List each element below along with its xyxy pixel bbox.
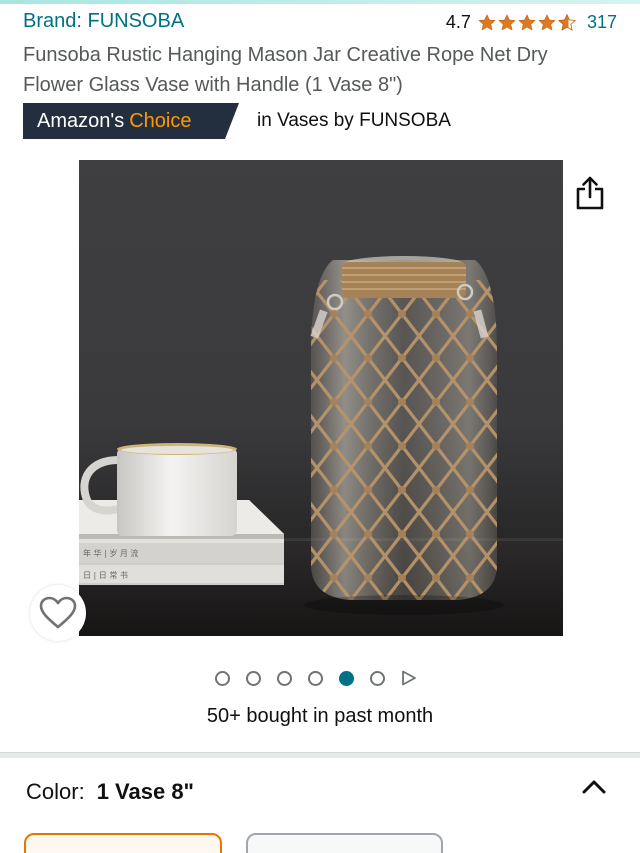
- image-dot-2[interactable]: [246, 670, 261, 686]
- top-accent-bar: [0, 0, 640, 4]
- image-dot-3[interactable]: [277, 670, 292, 686]
- product-title: Funsoba Rustic Hanging Mason Jar Creativ…: [23, 44, 548, 96]
- book-spine-text: 日 | 日 常 书: [83, 570, 128, 580]
- color-variation-row: Color: 1 Vase 8": [26, 779, 194, 805]
- star-icon: [518, 13, 536, 30]
- amazons-choice-badge[interactable]: Amazon's Choice: [23, 103, 239, 139]
- wishlist-button[interactable]: [30, 585, 86, 641]
- star-icon: [478, 13, 496, 30]
- image-pagination: [215, 670, 417, 686]
- heart-icon: [39, 596, 77, 629]
- variation-option[interactable]: [246, 833, 443, 853]
- star-icon: [538, 13, 556, 30]
- play-icon[interactable]: [401, 670, 417, 686]
- product-photo-illustration: 年 华 | 岁 月 流 日 | 日 常 书: [79, 256, 563, 636]
- color-value: 1 Vase 8": [96, 779, 194, 804]
- rating-count-link[interactable]: 317: [587, 12, 617, 33]
- product-image[interactable]: 年 华 | 岁 月 流 日 | 日 常 书: [79, 160, 563, 636]
- bought-count: 50+ bought in past month: [206, 705, 434, 727]
- star-icon: [498, 13, 516, 30]
- badge-category: in Vases by FUNSOBA: [257, 110, 451, 131]
- image-dot-1[interactable]: [215, 670, 230, 686]
- section-divider: [0, 752, 640, 758]
- color-label: Color:: [26, 779, 85, 804]
- share-icon[interactable]: [575, 176, 605, 210]
- image-dot-4[interactable]: [308, 670, 323, 686]
- brand-link[interactable]: Brand: FUNSOBA: [23, 10, 184, 33]
- chevron-up-icon[interactable]: [580, 776, 608, 798]
- rating-value: 4.7: [445, 12, 471, 32]
- book-spine-text: 年 华 | 岁 月 流: [83, 548, 138, 558]
- variation-option-selected[interactable]: [24, 833, 222, 853]
- image-dot-6[interactable]: [370, 670, 385, 686]
- amazons-choice-row: Amazon's Choice in Vases by FUNSOBA: [23, 103, 451, 139]
- image-dot-5-active[interactable]: [339, 670, 354, 686]
- rating-summary[interactable]: 4.7 317: [446, 12, 617, 33]
- badge-prefix: Amazon's: [37, 109, 125, 132]
- badge-choice-word: Choice: [129, 109, 192, 132]
- star-rating: [477, 13, 577, 33]
- half-star-icon: [557, 13, 577, 31]
